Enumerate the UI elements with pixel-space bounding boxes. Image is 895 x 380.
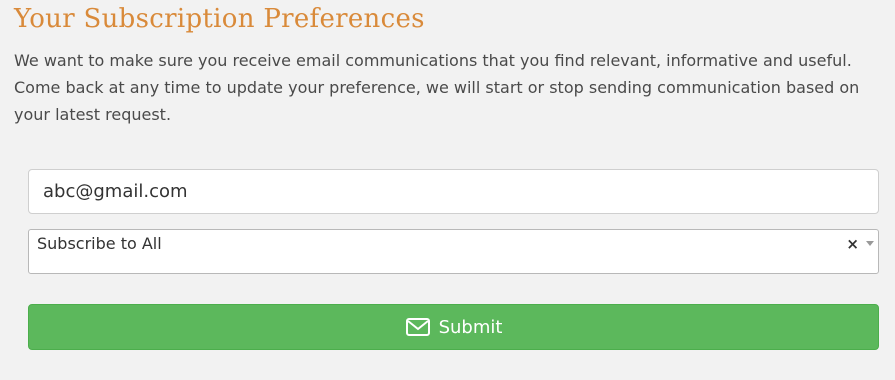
clear-selection-icon[interactable]: × [846, 235, 859, 253]
page-title: Your Subscription Preferences [14, 4, 425, 34]
email-field[interactable] [28, 169, 879, 214]
submit-button[interactable]: Submit [28, 304, 879, 350]
subscription-preferences-page: Your Subscription Preferences We want to… [0, 0, 895, 380]
subscription-form: Subscribe to All × Submit [28, 169, 879, 350]
intro-text: We want to make sure you receive email c… [14, 51, 860, 124]
submit-label: Submit [438, 316, 503, 338]
subscription-select[interactable]: Subscribe to All × [28, 229, 879, 274]
envelope-icon [405, 317, 431, 337]
subscription-select-value: Subscribe to All [37, 234, 162, 253]
dropdown-arrow-icon[interactable] [866, 241, 874, 246]
